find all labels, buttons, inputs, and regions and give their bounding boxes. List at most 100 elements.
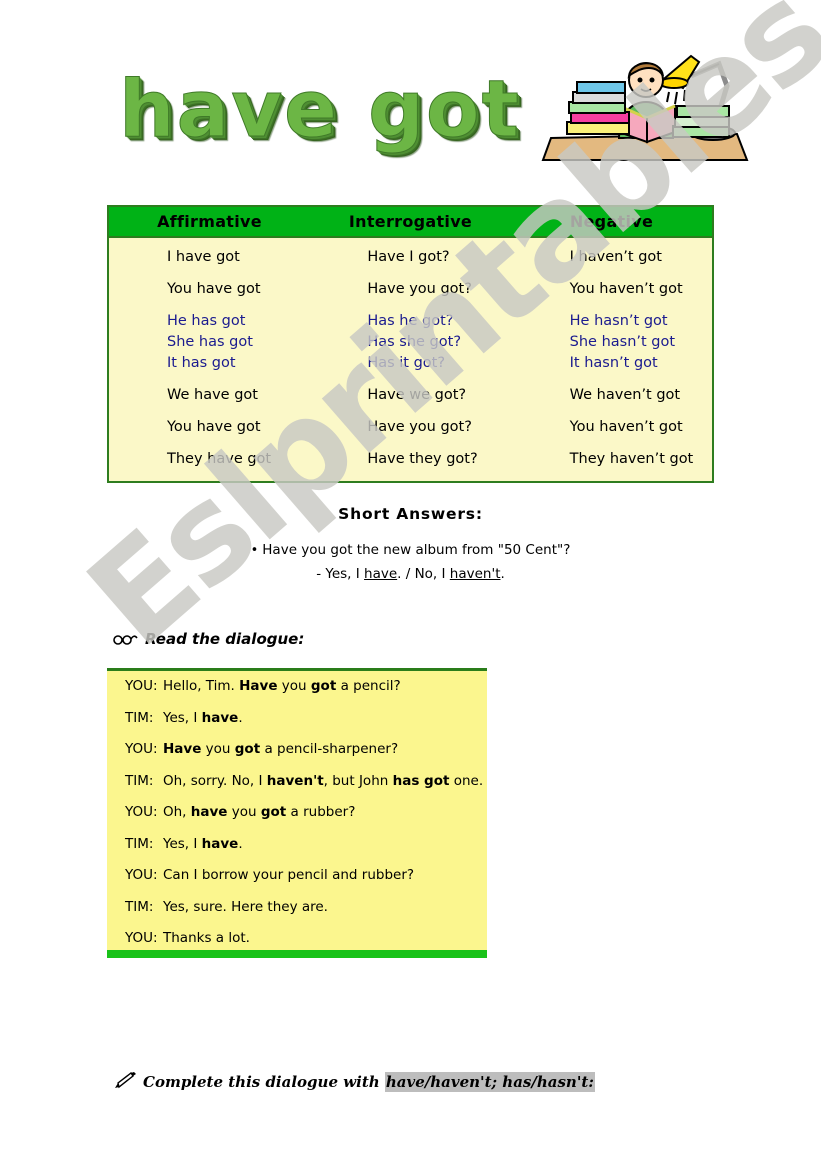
dialogue-part-bold: got: [260, 804, 287, 820]
answer-suffix: .: [500, 566, 505, 582]
short-answers-question: • Have you got the new album from "50 Cen…: [107, 542, 714, 558]
dialogue-speaker: YOU:: [125, 930, 158, 946]
cell-negative: It hasn’t got: [569, 355, 658, 371]
cell-affirmative: He has got: [167, 313, 246, 329]
dialogue-text: Yes, sure. Here they are.: [163, 899, 328, 915]
dialogue-part-bold: Have: [239, 678, 278, 694]
dialogue-text: Oh, sorry. No, I haven't, but John has g…: [163, 773, 483, 789]
dialogue-part: Thanks a lot.: [163, 930, 250, 946]
dialogue-part: one.: [449, 772, 484, 789]
table-group: You have got Have you got? You haven’t g…: [109, 279, 712, 300]
dialogue-text: Yes, I have.: [163, 836, 243, 852]
dialogue-part: you: [277, 678, 311, 694]
page-title: have got: [110, 38, 530, 178]
short-answers-answer: - Yes, I have. / No, I haven't.: [107, 566, 714, 582]
table-group: You have got Have you got? You haven’t g…: [109, 417, 712, 438]
dialogue-part: a pencil-sharpener?: [260, 741, 399, 757]
dialogue-line: YOU: Can I borrow your pencil and rubber?: [107, 860, 487, 892]
cell-negative: They haven’t got: [569, 451, 694, 467]
dialogue-part-bold: has got: [392, 772, 450, 789]
dialogue-part-bold: Have: [163, 741, 202, 757]
dialogue-text: Can I borrow your pencil and rubber?: [163, 867, 414, 883]
cell-interrogative: Have I got?: [367, 249, 450, 265]
bullet-icon: •: [250, 543, 259, 558]
dialogue-speaker: TIM:: [125, 898, 154, 915]
dialogue-speaker: TIM:: [125, 835, 154, 852]
cell-affirmative: It has got: [167, 355, 236, 371]
cell-negative: He hasn’t got: [569, 313, 668, 329]
table-group: They have got Have they got? They haven’…: [109, 449, 712, 470]
dialogue-part: a rubber?: [286, 804, 356, 820]
short-answers-title: Short Answers:: [338, 505, 483, 523]
answer-prefix: - Yes, I: [316, 566, 365, 582]
table-row: We have got Have we got? We haven’t got: [109, 385, 712, 406]
dialogue-text: Oh, have you got a rubber?: [163, 804, 355, 820]
cell-affirmative: They have got: [167, 451, 272, 467]
dialogue-speaker: TIM:: [125, 772, 154, 789]
cell-interrogative: Has he got?: [367, 313, 454, 329]
page-title-text: have got: [119, 65, 521, 156]
cell-affirmative: You have got: [167, 419, 261, 435]
dialogue-line: TIM: Yes, sure. Here they are.: [107, 892, 487, 924]
table-group: He has got Has he got? He hasn’t got She…: [109, 311, 712, 374]
complete-dialogue-instruction: Complete this dialogue with have/haven't…: [113, 1071, 595, 1094]
table-body: I have got Have I got? I haven’t got You…: [109, 238, 712, 481]
dialogue-line: YOU: Have you got a pencil-sharpener?: [107, 734, 487, 766]
cell-negative: You haven’t got: [569, 419, 683, 435]
dialogue-line: YOU: Hello, Tim. Have you got a pencil?: [107, 671, 487, 703]
dialogue-part: .: [238, 835, 243, 852]
column-header-negative: Negative: [569, 212, 654, 231]
cell-negative: You haven’t got: [569, 281, 683, 297]
dialogue-speaker: YOU:: [125, 678, 158, 694]
dialogue-speaker: YOU:: [125, 741, 158, 757]
dialogue-box: YOU: Hello, Tim. Have you got a pencil? T…: [107, 668, 487, 958]
dialogue-part: , but John: [323, 772, 393, 789]
dialogue-text: Yes, I have.: [163, 710, 243, 726]
short-answers-question-text: Have you got the new album from "50 Cent…: [262, 542, 571, 558]
short-answers-section: Short Answers: • Have you got the new alb…: [107, 505, 714, 582]
answer-middle: . / No, I: [397, 566, 450, 582]
cell-affirmative: She has got: [167, 334, 253, 350]
cell-affirmative: We have got: [167, 387, 258, 403]
dialogue-part-bold: got: [310, 678, 337, 694]
dialogue-part: .: [238, 709, 243, 726]
column-header-affirmative: Affirmative: [157, 212, 262, 231]
dialogue-part-bold: have: [201, 709, 239, 726]
dialogue-text: Have you got a pencil-sharpener?: [163, 741, 398, 757]
cell-interrogative: Have we got?: [367, 387, 467, 403]
dialogue-part-bold: haven't: [266, 772, 324, 789]
table-row: She has got Has she got? She hasn’t got: [109, 332, 712, 353]
pencil-icon: [113, 1071, 139, 1094]
column-header-interrogative: Interrogative: [348, 212, 473, 231]
dialogue-part-bold: have: [190, 804, 228, 820]
cell-affirmative: I have got: [167, 249, 240, 265]
dialogue-part: Hello, Tim.: [163, 678, 240, 694]
dialogue-part: Oh,: [163, 804, 191, 820]
dialogue-line: TIM: Oh, sorry. No, I haven't, but John h…: [107, 766, 487, 798]
cell-negative: I haven’t got: [569, 249, 662, 265]
cell-negative: We haven’t got: [569, 387, 681, 403]
conjugation-table: Affirmative Interrogative Negative I hav…: [107, 205, 714, 483]
dialogue-part: you: [227, 804, 261, 820]
read-dialogue-heading: Read the dialogue:: [113, 630, 304, 650]
dialogue-part: Can I borrow your pencil and rubber?: [163, 867, 415, 883]
table-group: We have got Have we got? We haven’t got: [109, 385, 712, 406]
table-header-row: Affirmative Interrogative Negative: [109, 207, 712, 238]
dialogue-text: Thanks a lot.: [163, 930, 250, 946]
dialogue-speaker: YOU:: [125, 804, 158, 820]
table-row: I have got Have I got? I haven’t got: [109, 247, 712, 268]
cell-interrogative: Have you got?: [367, 419, 472, 435]
table-row: You have got Have you got? You haven’t g…: [109, 417, 712, 438]
dialogue-part-bold: have: [201, 835, 239, 852]
table-row: It has got Has it got? It hasn’t got: [109, 353, 712, 374]
dialogue-part-bold: got: [234, 741, 261, 757]
cell-interrogative: Has she got?: [367, 334, 462, 350]
dialogue-part: a pencil?: [336, 678, 401, 694]
dialogue-part: Yes, I: [163, 835, 202, 852]
dialogue-line: TIM: Yes, I have.: [107, 703, 487, 735]
answer-word-have: have: [364, 566, 398, 582]
table-row: You have got Have you got? You haven’t g…: [109, 279, 712, 300]
dialogue-line: YOU: Oh, have you got a rubber?: [107, 797, 487, 829]
dialogue-speaker: YOU:: [125, 867, 158, 883]
dialogue-part: Yes, sure. Here they are.: [163, 898, 328, 915]
